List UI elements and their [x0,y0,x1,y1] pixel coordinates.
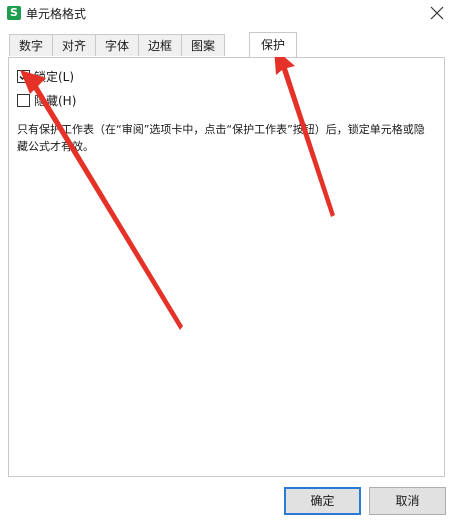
locked-label: 锁定(L) [34,69,75,84]
cancel-button[interactable]: 取消 [369,487,446,515]
locked-option[interactable]: 锁定(L) [17,68,74,84]
tab-protection[interactable]: 保护 [249,32,297,57]
protection-description: 只有保护工作表（在“审阅”选项卡中，点击“保护工作表”按钮）后，锁定单元格或隐藏… [17,123,425,153]
tab-alignment[interactable]: 对齐 [52,34,96,56]
hidden-option[interactable]: 隐藏(H) [17,92,76,108]
protection-panel: 锁定(L) 隐藏(H) 只有保护工作表（在“审阅”选项卡中，点击“保护工作表”按… [8,57,445,477]
tab-number[interactable]: 数字 [9,34,53,56]
ok-button[interactable]: 确定 [284,487,361,515]
hidden-label: 隐藏(H) [34,93,77,108]
tab-border[interactable]: 边框 [138,34,182,56]
dialog-title: 单元格格式 [26,7,87,21]
close-icon [430,6,444,20]
locked-checkbox[interactable] [17,69,30,83]
wps-spreadsheet-app-icon: S [7,6,21,20]
checkmark-icon [19,72,29,80]
tab-pattern[interactable]: 图案 [181,34,225,56]
title-bar: S 单元格格式 [0,0,453,26]
tab-font[interactable]: 字体 [95,34,139,56]
tab-strip: 数字 对齐 字体 边框 图案 保护 [9,32,445,58]
hidden-checkbox[interactable] [17,93,30,107]
close-button[interactable] [425,1,449,25]
